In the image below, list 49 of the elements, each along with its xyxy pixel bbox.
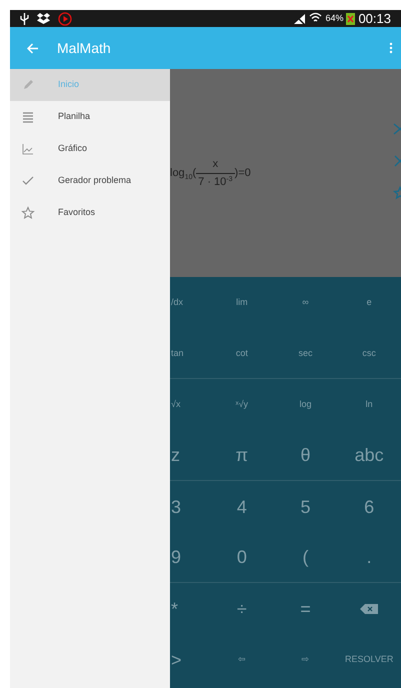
- backspace-icon[interactable]: [360, 604, 378, 614]
- battery-percent: 64%: [325, 12, 344, 25]
- clock: 00:13: [358, 10, 391, 28]
- keypad-key[interactable]: lim: [236, 298, 248, 307]
- keypad-key[interactable]: /dx: [171, 298, 184, 307]
- chart-icon: [21, 142, 35, 156]
- keypad-key[interactable]: ⇦: [238, 655, 246, 664]
- keypad-key[interactable]: 5: [300, 498, 310, 516]
- star-icon: [21, 206, 35, 220]
- usb-icon: [20, 12, 29, 24]
- keypad-key[interactable]: θ: [300, 446, 310, 464]
- keypad-key[interactable]: *: [171, 600, 178, 618]
- keypad-key[interactable]: =: [300, 600, 311, 618]
- keypad-key[interactable]: ˣ√y: [236, 400, 248, 409]
- keypad-key[interactable]: ∞: [302, 298, 309, 307]
- keypad-key[interactable]: cot: [236, 348, 248, 358]
- play-icon: [58, 12, 72, 26]
- keypad-key[interactable]: 3: [171, 498, 182, 516]
- battery-icon: [346, 12, 356, 25]
- keypad-key[interactable]: ⇨: [301, 655, 310, 664]
- keypad-key[interactable]: z: [171, 446, 180, 464]
- keypad-key[interactable]: RESOLVER: [344, 655, 394, 664]
- keypad-key[interactable]: ÷: [236, 600, 247, 618]
- keypad-key[interactable]: 9: [171, 548, 182, 566]
- more-icon[interactable]: [389, 42, 393, 54]
- pencil-icon: [21, 78, 35, 92]
- keypad-key[interactable]: .: [366, 548, 372, 566]
- keypad-key[interactable]: abc: [354, 446, 384, 464]
- drawer-item[interactable]: Gráfico: [10, 133, 170, 165]
- keypad-key[interactable]: 4: [236, 498, 247, 516]
- keypad-key[interactable]: 6: [364, 498, 374, 516]
- keypad-key[interactable]: ln: [366, 400, 373, 409]
- keypad-key[interactable]: e: [366, 298, 372, 307]
- list-icon: [21, 110, 35, 124]
- keypad-key[interactable]: sec: [298, 348, 312, 358]
- keypad-key[interactable]: √x: [171, 400, 180, 409]
- keypad-key[interactable]: >: [171, 650, 182, 668]
- drawer-item[interactable]: Planilha: [10, 101, 170, 133]
- box-icon: [37, 13, 50, 24]
- drawer-item[interactable]: Favoritos: [10, 197, 170, 229]
- keypad-key[interactable]: 0: [236, 548, 247, 566]
- keypad-key[interactable]: tan: [171, 348, 184, 358]
- keypad-key[interactable]: (: [302, 548, 308, 566]
- back-icon[interactable]: [27, 42, 39, 54]
- keypad-key[interactable]: π: [236, 446, 248, 464]
- keypad-key[interactable]: csc: [362, 348, 376, 358]
- drawer-item[interactable]: Gerador problema: [10, 165, 170, 197]
- keypad-key[interactable]: log: [299, 400, 312, 409]
- app-title: MalMath: [57, 38, 111, 58]
